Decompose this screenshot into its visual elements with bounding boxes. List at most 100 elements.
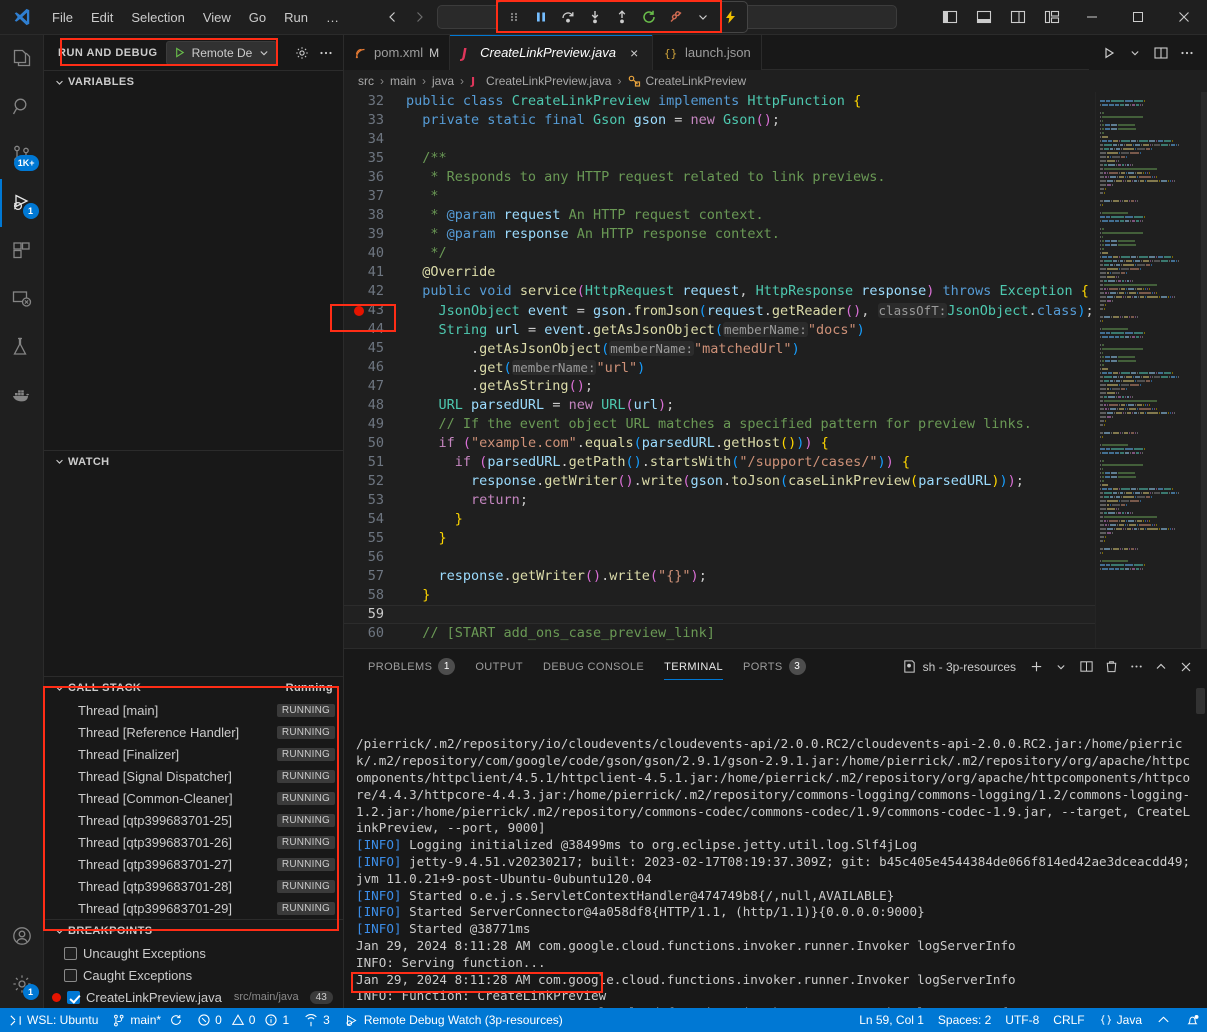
code-line[interactable]: 55 } [344, 529, 1095, 548]
activitybar-item-manage[interactable]: 1 [0, 960, 44, 1008]
chevron-down-icon[interactable] [690, 4, 716, 30]
code-text[interactable] [402, 548, 1095, 567]
code-text[interactable]: .getAsJsonObject(memberName:"matchedUrl"… [402, 339, 1095, 358]
line-number[interactable]: 38 [344, 206, 402, 225]
breadcrumb-item-class[interactable]: CreateLinkPreview [645, 74, 746, 88]
drag-handle-icon[interactable] [501, 4, 527, 30]
code-text[interactable]: public class CreateLinkPreview implement… [402, 92, 1095, 111]
status-encoding[interactable]: UTF-8 [998, 1008, 1046, 1032]
close-panel-button[interactable] [1175, 656, 1197, 678]
menu-run[interactable]: Run [276, 7, 316, 28]
breakpoint-dot-icon[interactable] [354, 306, 364, 316]
code-line[interactable]: 48 URL parsedURL = new URL(url); [344, 396, 1095, 415]
code-line[interactable]: 41 @Override [344, 263, 1095, 282]
line-number[interactable]: 42 [344, 282, 402, 301]
minimap[interactable] [1095, 92, 1207, 648]
code-text[interactable]: // [START add_ons_case_preview_link] [402, 624, 1095, 643]
disconnect-icon[interactable] [663, 4, 689, 30]
tab-output[interactable]: OUTPUT [465, 649, 533, 684]
activitybar-item-explorer[interactable] [0, 35, 44, 83]
activitybar-item-accounts[interactable] [0, 912, 44, 960]
code-line[interactable]: 43 JsonObject event = gson.fromJson(requ… [344, 301, 1095, 320]
code-line[interactable]: 52 response.getWriter().write(gson.toJso… [344, 472, 1095, 491]
toggle-primary-sidebar-icon[interactable] [933, 0, 967, 35]
code-line[interactable]: 47 .getAsString(); [344, 377, 1095, 396]
panel-more-actions-button[interactable] [1125, 656, 1147, 678]
tab-pom-xml[interactable]: pom.xml M [344, 35, 450, 70]
code-text[interactable]: public void service(HttpRequest request,… [402, 282, 1095, 301]
callstack-thread-row[interactable]: Thread [Reference Handler] RUNNING [44, 721, 343, 743]
new-terminal-button[interactable] [1025, 656, 1047, 678]
line-number[interactable]: 39 [344, 225, 402, 244]
status-language-mode[interactable]: Java [1092, 1008, 1149, 1032]
ellipsis-icon[interactable] [315, 42, 337, 64]
code-line[interactable]: 38 * @param request An HTTP request cont… [344, 206, 1095, 225]
watch-section-header[interactable]: WATCH [44, 451, 343, 473]
status-remote-indicator[interactable]: WSL: Ubuntu [0, 1008, 105, 1032]
code-text[interactable]: * @param response An HTTP response conte… [402, 225, 1095, 244]
breakpoint-row-uncaught-exceptions[interactable]: Uncaught Exceptions [44, 942, 343, 964]
code-text[interactable]: * @param request An HTTP request context… [402, 206, 1095, 225]
line-number[interactable]: 50 [344, 434, 402, 453]
code-line[interactable]: 54 } [344, 510, 1095, 529]
code-text[interactable]: response.getWriter().write(gson.toJson(c… [402, 472, 1095, 491]
code-text[interactable]: @Override [402, 263, 1095, 282]
pause-icon[interactable] [528, 4, 554, 30]
code-line[interactable]: 34 [344, 130, 1095, 149]
code-line[interactable]: 36 * Responds to any HTTP request relate… [344, 168, 1095, 187]
breakpoint-checkbox[interactable] [67, 991, 80, 1004]
line-number[interactable]: 51 [344, 453, 402, 472]
gear-icon[interactable] [291, 42, 313, 64]
callstack-thread-row[interactable]: Thread [Finalizer] RUNNING [44, 743, 343, 765]
line-number[interactable]: 52 [344, 472, 402, 491]
breakpoints-section-header[interactable]: BREAKPOINTS [44, 920, 343, 942]
code-text[interactable]: if (parsedURL.getPath().startsWith("/sup… [402, 453, 1095, 472]
line-number[interactable]: 46 [344, 358, 402, 377]
lightning-icon[interactable] [717, 4, 743, 30]
activitybar-item-extensions[interactable] [0, 227, 44, 275]
line-number[interactable]: 43 [344, 301, 402, 320]
line-number[interactable]: 53 [344, 491, 402, 510]
activitybar-item-search[interactable] [0, 83, 44, 131]
code-text[interactable]: response.getWriter().write("{}"); [402, 567, 1095, 586]
split-editor-button[interactable] [1149, 41, 1173, 65]
tab-debug-console[interactable]: DEBUG CONSOLE [533, 649, 654, 684]
code-text[interactable]: // If the event object URL matches a spe… [402, 415, 1095, 434]
maximize-panel-button[interactable] [1150, 656, 1172, 678]
code-line[interactable]: 51 if (parsedURL.getPath().startsWith("/… [344, 453, 1095, 472]
code-text[interactable]: * [402, 187, 1095, 206]
callstack-thread-row[interactable]: Thread [qtp399683701-29] RUNNING [44, 897, 343, 919]
status-problems-indicator[interactable]: 0 0 1 [190, 1008, 296, 1032]
line-number[interactable]: 55 [344, 529, 402, 548]
code-text[interactable]: */ [402, 244, 1095, 263]
status-branch-indicator[interactable]: main* [105, 1008, 190, 1032]
code-line[interactable]: 37 * [344, 187, 1095, 206]
activitybar-item-docker[interactable] [0, 371, 44, 419]
code-text[interactable]: URL parsedURL = new URL(url); [402, 396, 1095, 415]
code-line[interactable]: 46 .get(memberName:"url") [344, 358, 1095, 377]
window-maximize-button[interactable] [1115, 0, 1161, 35]
activitybar-item-remote-explorer[interactable] [0, 275, 44, 323]
line-number[interactable]: 47 [344, 377, 402, 396]
status-editor-position[interactable]: Ln 59, Col 1 [852, 1008, 931, 1032]
breadcrumb-item-java[interactable]: java [432, 74, 454, 88]
minimap-slider[interactable] [1201, 92, 1207, 648]
menu-selection[interactable]: Selection [123, 7, 192, 28]
status-feedback[interactable] [1149, 1008, 1178, 1032]
tab-createlinkpreview-java[interactable]: J CreateLinkPreview.java × [450, 35, 653, 70]
breakpoint-row-createlinkpreview[interactable]: CreateLinkPreview.java src/main/java 43 [44, 986, 343, 1008]
code-line[interactable]: 42 public void service(HttpRequest reque… [344, 282, 1095, 301]
activitybar-item-testing[interactable] [0, 323, 44, 371]
more-actions-button[interactable] [1175, 41, 1199, 65]
line-number[interactable]: 35 [344, 149, 402, 168]
line-number[interactable]: 33 [344, 111, 402, 130]
customize-layout-icon[interactable] [1035, 0, 1069, 35]
code-text[interactable]: .get(memberName:"url") [402, 358, 1095, 377]
run-button[interactable] [1097, 41, 1121, 65]
code-line[interactable]: 32public class CreateLinkPreview impleme… [344, 92, 1095, 111]
line-number[interactable]: 54 [344, 510, 402, 529]
activitybar-item-source-control[interactable]: 1K+ [0, 131, 44, 179]
code-text[interactable] [402, 605, 1095, 624]
tab-problems[interactable]: PROBLEMS 1 [358, 649, 465, 684]
launch-configuration-dropdown[interactable]: Remote De [166, 41, 278, 65]
